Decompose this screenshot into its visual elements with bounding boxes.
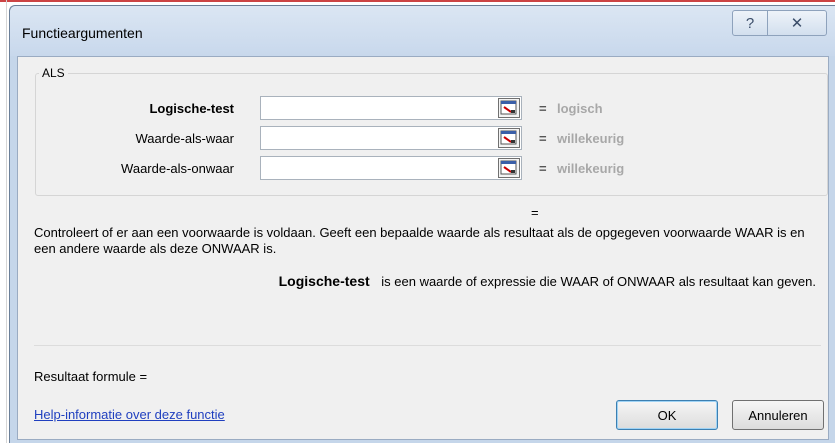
- parameter-name: Logische-test: [278, 273, 370, 289]
- waarde-als-onwaar-input[interactable]: [260, 156, 522, 180]
- close-button[interactable]: ✕: [767, 10, 827, 36]
- equals-sign: =: [539, 131, 547, 146]
- arguments-group: Logische-test = logisch Waarde-als-waar …: [35, 73, 828, 196]
- divider: [34, 345, 821, 346]
- title-bar[interactable]: Functieargumenten ? ✕: [10, 6, 835, 56]
- argument-label: Waarde-als-waar: [135, 131, 235, 146]
- spreadsheet-edge: [0, 0, 835, 2]
- collapse-dialog-button[interactable]: [498, 158, 520, 178]
- collapse-dialog-button[interactable]: [498, 128, 520, 148]
- function-name-label: ALS: [39, 66, 68, 80]
- collapse-dialog-icon: [500, 130, 517, 145]
- dialog-title: Functieargumenten: [22, 25, 143, 41]
- dialog-body: Logische-test = logisch Waarde-als-waar …: [17, 56, 829, 440]
- argument-row-logische-test: Logische-test = logisch: [36, 96, 829, 122]
- close-icon: ✕: [790, 15, 804, 32]
- result-equals: =: [531, 205, 539, 220]
- equals-sign: =: [539, 161, 547, 176]
- argument-type-hint: willekeurig: [557, 131, 625, 146]
- waarde-als-waar-input[interactable]: [260, 126, 522, 150]
- parameter-help: Logische-test is een waarde of expressie…: [34, 273, 816, 289]
- result-formula-label: Resultaat formule =: [34, 369, 148, 384]
- collapse-dialog-icon: [500, 100, 517, 115]
- help-button[interactable]: ?: [732, 10, 768, 36]
- help-link[interactable]: Help-informatie over deze functie: [34, 407, 225, 422]
- question-mark-icon: ?: [745, 14, 755, 32]
- collapse-dialog-button[interactable]: [498, 98, 520, 118]
- function-arguments-dialog: Functieargumenten ? ✕ Logische-test = lo…: [9, 5, 835, 443]
- parameter-description: is een waarde of expressie die WAAR of O…: [381, 274, 816, 289]
- argument-label: Logische-test: [149, 101, 234, 116]
- collapse-dialog-icon: [500, 160, 517, 175]
- equals-sign: =: [539, 101, 547, 116]
- argument-type-hint: willekeurig: [557, 161, 625, 176]
- argument-type-hint: logisch: [557, 101, 603, 116]
- logische-test-input[interactable]: [260, 96, 522, 120]
- argument-row-waarde-als-waar: Waarde-als-waar = willekeurig: [36, 126, 829, 152]
- argument-label: Waarde-als-onwaar: [121, 161, 234, 176]
- cancel-button[interactable]: Annuleren: [732, 400, 824, 430]
- screen: Functieargumenten ? ✕ Logische-test = lo…: [0, 0, 835, 443]
- argument-row-waarde-als-onwaar: Waarde-als-onwaar = willekeurig: [36, 156, 829, 182]
- ok-button[interactable]: OK: [616, 400, 718, 430]
- spreadsheet-gridline: [6, 0, 7, 443]
- function-description: Controleert of er aan een voorwaarde is …: [34, 225, 805, 256]
